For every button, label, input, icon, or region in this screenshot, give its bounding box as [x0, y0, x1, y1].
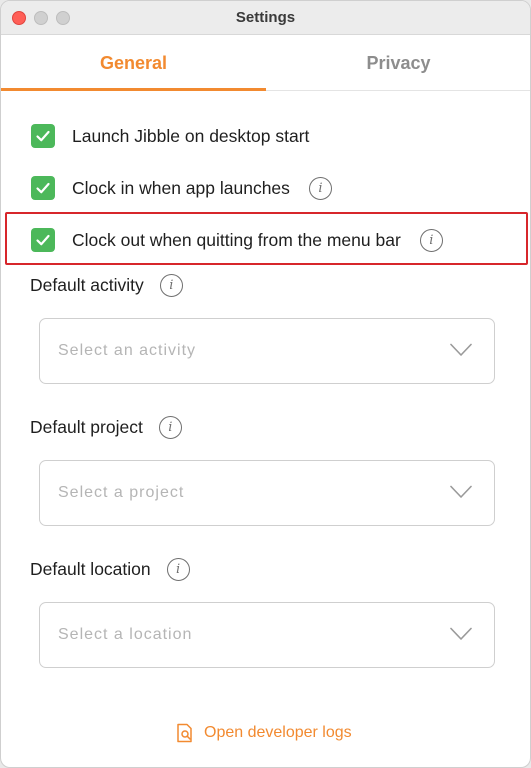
- chevron-down-icon: [450, 485, 472, 498]
- clock-in-on-launch-checkbox[interactable]: [31, 176, 55, 200]
- info-icon[interactable]: i: [159, 274, 183, 297]
- checkmark-icon: [36, 130, 50, 142]
- default-project-heading: Default project i: [30, 416, 182, 439]
- open-developer-logs-link[interactable]: Open developer logs: [176, 723, 352, 743]
- window-title: Settings: [235, 9, 296, 26]
- activity-select[interactable]: Select an activity: [39, 318, 495, 384]
- project-select-placeholder: Select a project: [58, 484, 185, 501]
- chevron-down-icon: [450, 343, 472, 356]
- clock-out-on-quit-checkbox[interactable]: [31, 228, 55, 252]
- activity-select-placeholder: Select an activity: [58, 342, 197, 359]
- log-search-icon: [177, 723, 192, 743]
- default-location-label: Default location: [30, 559, 151, 579]
- clock-in-on-launch-label: Clock in when app launches: [72, 177, 290, 198]
- default-location-heading: Default location i: [30, 558, 190, 581]
- info-icon[interactable]: i: [158, 416, 182, 439]
- launch-on-start-label: Launch Jibble on desktop start: [72, 125, 310, 146]
- tab-privacy[interactable]: Privacy: [266, 36, 530, 91]
- chevron-down-icon: [450, 627, 472, 640]
- option-launch-on-start: Launch Jibble on desktop start: [31, 122, 309, 150]
- checkmark-icon: [36, 234, 50, 246]
- tab-general[interactable]: General: [1, 36, 266, 91]
- settings-window: Settings General Privacy Launch Jibble o…: [0, 0, 531, 768]
- default-activity-label: Default activity: [30, 275, 144, 295]
- default-project-label: Default project: [30, 417, 143, 437]
- title-bar: Settings: [1, 1, 530, 35]
- location-select-placeholder: Select a location: [58, 626, 193, 643]
- info-icon[interactable]: i: [419, 228, 443, 252]
- info-icon[interactable]: i: [308, 176, 332, 200]
- clock-out-on-quit-label: Clock out when quitting from the menu ba…: [72, 229, 401, 250]
- open-developer-logs-label: Open developer logs: [204, 724, 352, 741]
- default-activity-heading: Default activity i: [30, 274, 183, 297]
- tab-bar: General Privacy: [1, 36, 530, 91]
- location-select[interactable]: Select a location: [39, 602, 495, 668]
- project-select[interactable]: Select a project: [39, 460, 495, 526]
- option-clock-in-on-launch: Clock in when app launches i: [31, 174, 332, 202]
- launch-on-start-checkbox[interactable]: [31, 124, 55, 148]
- checkmark-icon: [36, 182, 50, 194]
- option-clock-out-on-quit: Clock out when quitting from the menu ba…: [31, 226, 443, 254]
- info-icon[interactable]: i: [166, 558, 190, 581]
